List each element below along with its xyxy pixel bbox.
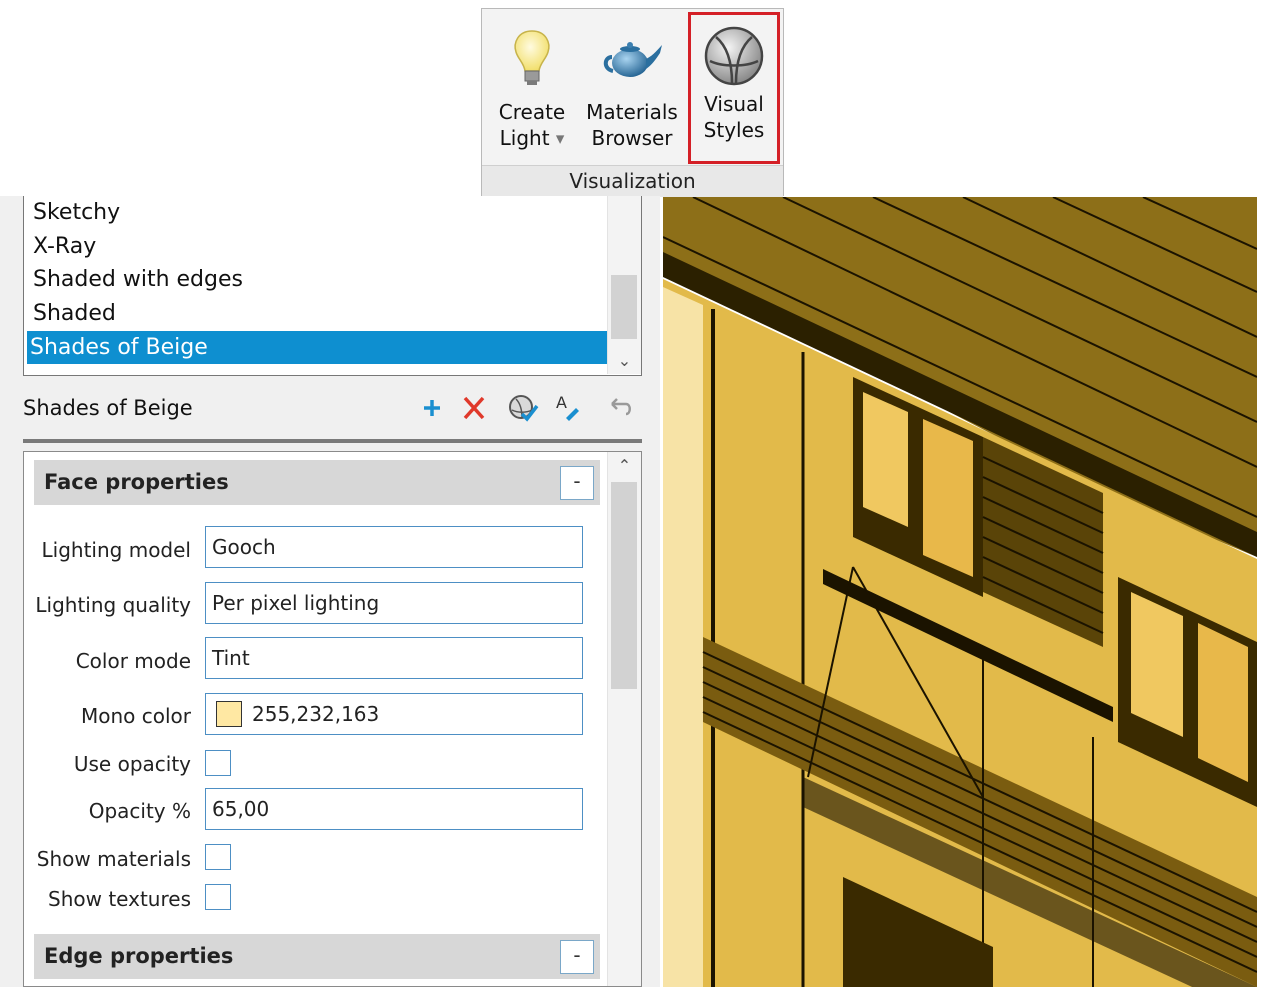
- teapot-icon: [603, 42, 662, 77]
- visual-styles-line1: Visual: [704, 92, 764, 116]
- scrollbar-thumb[interactable]: [611, 275, 637, 339]
- collapse-button[interactable]: -: [560, 466, 594, 500]
- list-scrollbar[interactable]: ⌄: [607, 196, 641, 374]
- show-textures-checkbox[interactable]: [205, 884, 231, 910]
- visual-style-list: Sketchy X-Ray Shaded with edges Shaded S…: [23, 196, 642, 376]
- dropdown-arrow-icon: ▼: [555, 132, 565, 146]
- show-materials-label: Show materials: [36, 847, 191, 871]
- use-opacity-checkbox[interactable]: [205, 750, 231, 776]
- list-item[interactable]: Shaded: [30, 297, 608, 330]
- current-style-name: Shades of Beige: [23, 396, 193, 420]
- visual-styles-manager-palette: Sketchy X-Ray Shaded with edges Shaded S…: [0, 196, 660, 987]
- section-title: Face properties: [44, 470, 229, 494]
- color-swatch: [216, 701, 242, 727]
- visual-styles-line2: Styles: [703, 118, 765, 142]
- section-title: Edge properties: [44, 944, 234, 968]
- use-opacity-label: Use opacity: [73, 752, 191, 776]
- face-properties-header[interactable]: Face properties -: [34, 460, 600, 505]
- mono-color-field[interactable]: 255,232,163: [205, 693, 583, 735]
- undo-icon[interactable]: [606, 392, 634, 424]
- model-viewport[interactable]: [663, 197, 1257, 987]
- visualization-ribbon-panel: Create Light ▼ Materials Browser Visual …: [481, 8, 784, 197]
- delete-icon[interactable]: [460, 392, 488, 424]
- materials-browser-line2: Browser: [591, 126, 673, 150]
- rename-icon[interactable]: A: [554, 392, 582, 424]
- lighting-quality-label: Lighting quality: [35, 593, 191, 617]
- color-mode-label: Color mode: [75, 649, 191, 673]
- ribbon-panel-label: Visualization: [482, 165, 783, 197]
- style-toolbar: A: [418, 392, 638, 426]
- opacity-field[interactable]: 65,00: [205, 788, 583, 830]
- lighting-quality-field[interactable]: Per pixel lighting: [205, 582, 583, 624]
- mono-color-value: 255,232,163: [252, 702, 380, 726]
- visual-styles-sphere-icon: [704, 26, 764, 86]
- list-item[interactable]: Shaded with edges: [30, 263, 608, 296]
- create-light-line1: Create: [498, 100, 566, 124]
- color-mode-field[interactable]: Tint: [205, 637, 583, 679]
- lightbulb-icon: [514, 30, 550, 85]
- create-light-button[interactable]: Create Light ▼: [492, 19, 572, 161]
- chevron-down-icon[interactable]: ⌄: [608, 351, 641, 370]
- list-item-selected[interactable]: Shades of Beige: [27, 331, 608, 364]
- edge-properties-header[interactable]: Edge properties -: [34, 934, 600, 979]
- create-light-line2: Light: [499, 126, 550, 150]
- apply-to-viewport-icon[interactable]: [506, 392, 540, 424]
- lighting-model-field[interactable]: Gooch: [205, 526, 583, 568]
- building-model-render: [663, 197, 1257, 987]
- list-item[interactable]: X-Ray: [30, 230, 608, 263]
- divider: [23, 439, 642, 443]
- add-icon[interactable]: [418, 392, 446, 424]
- visual-styles-button[interactable]: Visual Styles: [688, 12, 780, 164]
- mono-color-label: Mono color: [80, 704, 191, 728]
- chevron-up-icon[interactable]: ⌃: [608, 456, 641, 475]
- lighting-model-label: Lighting model: [41, 538, 191, 562]
- list-item[interactable]: Sketchy: [30, 196, 608, 229]
- show-materials-checkbox[interactable]: [205, 844, 231, 870]
- properties-panel: Face properties - Lighting model Gooch L…: [23, 451, 642, 987]
- opacity-label: Opacity %: [88, 799, 191, 823]
- svg-text:A: A: [556, 393, 567, 412]
- scrollbar-thumb[interactable]: [611, 482, 637, 689]
- properties-scrollbar[interactable]: ⌃: [607, 452, 641, 986]
- materials-browser-button[interactable]: Materials Browser: [582, 19, 682, 161]
- show-textures-label: Show textures: [48, 887, 191, 911]
- collapse-button[interactable]: -: [560, 940, 594, 974]
- materials-browser-line1: Materials: [586, 100, 678, 124]
